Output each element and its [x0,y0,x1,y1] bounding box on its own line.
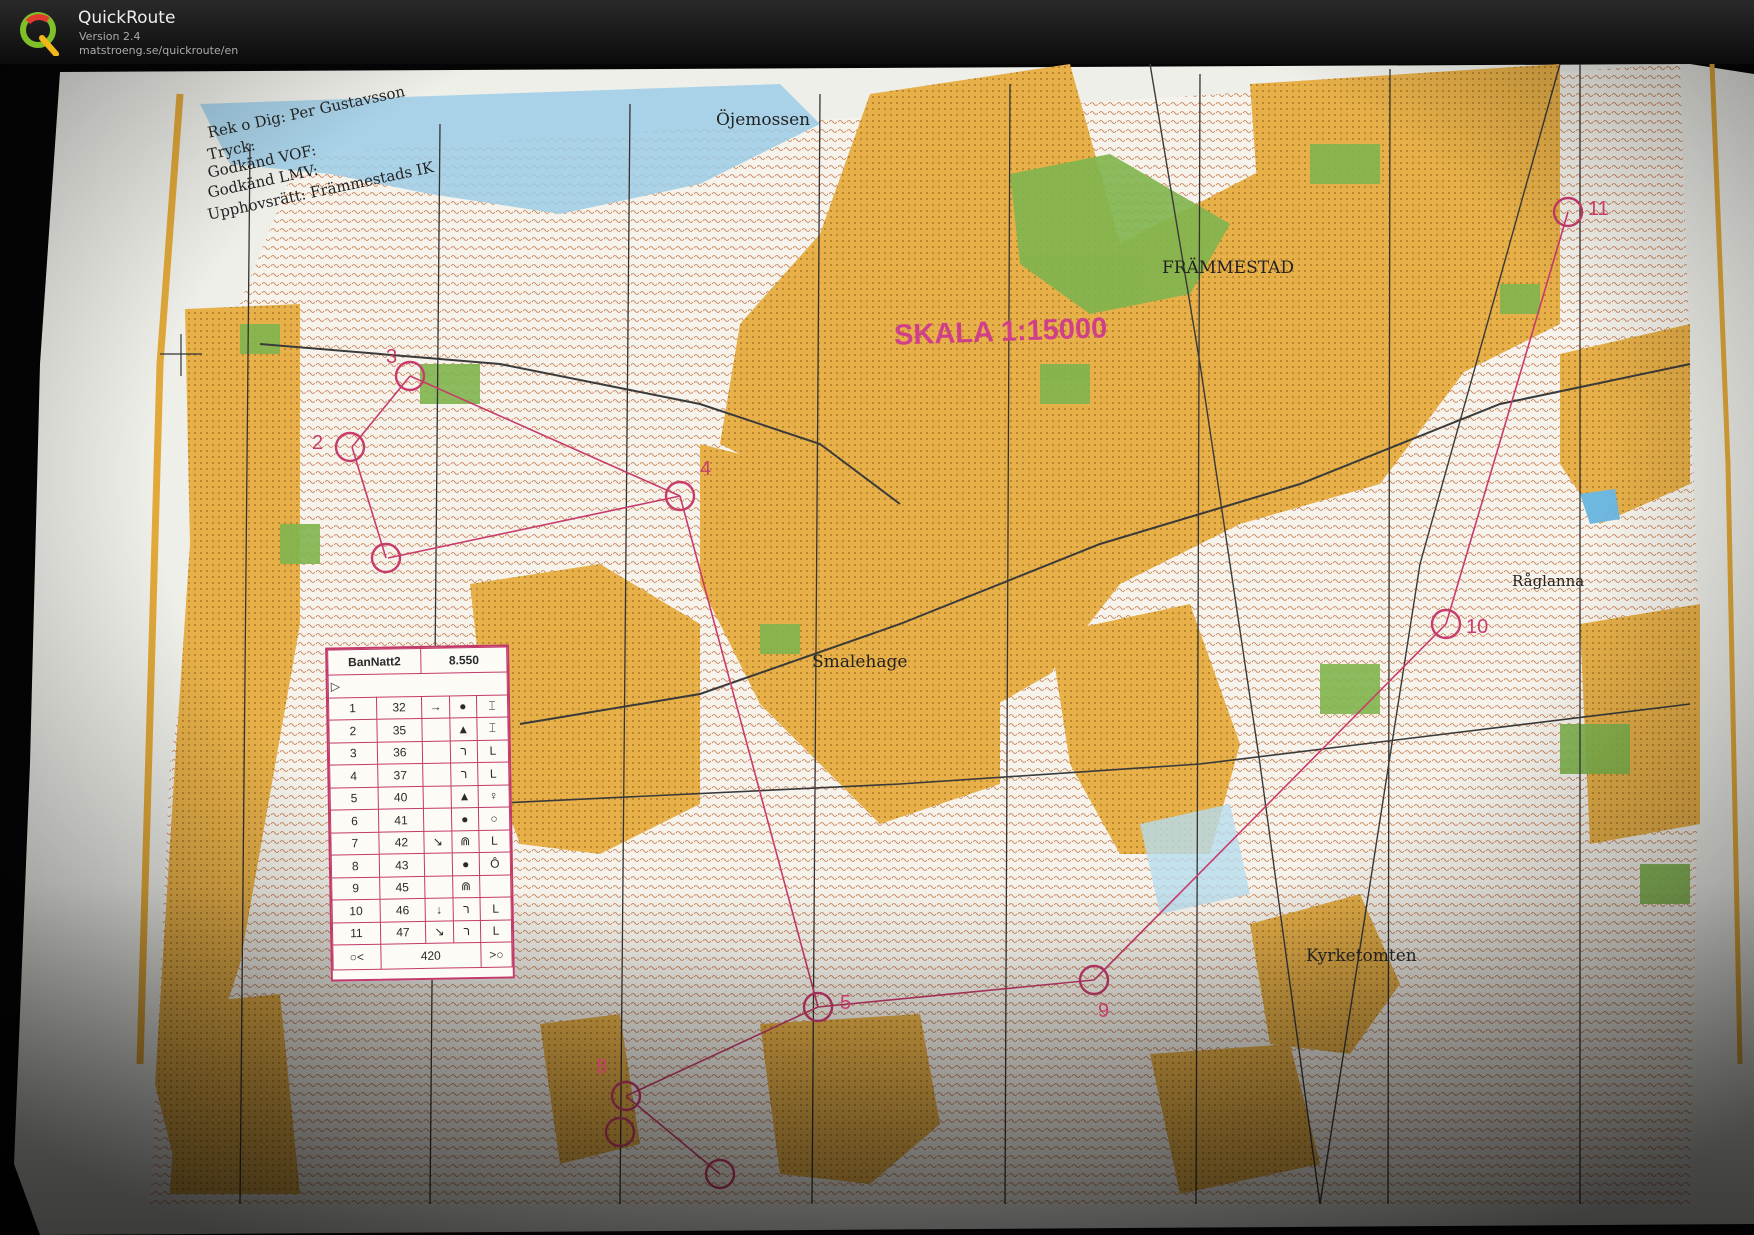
control-row: 4 37 ﬧ L [329,761,510,788]
direction-symbol: ↘ [425,920,454,944]
location-symbol: L [477,761,510,785]
course-length: 8.550 [420,646,508,674]
control-number: 10 [1466,616,1489,638]
control-number: 5 [840,992,852,1014]
control-row: 3 36 ﬧ L [329,739,509,766]
feature-symbol: ﬧ [452,897,481,921]
control-index: 7 [330,831,379,856]
control-code: 42 [378,830,425,855]
course-name: BanNatt2 [327,648,422,676]
place-name-ojemossen: Öjemossen [716,110,811,130]
control-row: 9 45 ⋒ [331,874,511,901]
control-code: 41 [378,808,424,832]
direction-symbol: ↘ [423,830,452,854]
direction-symbol: ↓ [425,897,453,921]
map-viewport[interactable]: Rek o Dig: Per Gustavsson Tryck: Godkänd… [0,64,1754,1235]
control-index: 6 [330,809,379,833]
feature-symbol: ● [451,807,479,831]
location-symbol: ⌶ [476,694,508,718]
control-index: 3 [329,741,378,766]
app-version: Version 2.4 [79,30,141,43]
control-index: 1 [328,696,377,721]
control-index: 11 [332,921,381,946]
control-number: 8 [596,1056,608,1078]
control-number: 2 [312,432,324,454]
control-index: 5 [330,786,379,811]
direction-symbol [422,740,451,764]
control-index: 2 [328,719,377,743]
feature-symbol: ● [451,852,480,876]
control-code: 35 [376,718,423,742]
finish-start-icon: ○< [332,944,381,971]
control-row: 2 35 ▲ ⌶ [328,716,509,743]
app-name: QuickRoute [78,8,176,28]
direction-symbol [423,785,452,809]
location-symbol: ⌶ [476,716,509,740]
control-index: 8 [331,854,380,878]
feature-symbol: ﬧ [449,739,478,763]
control-number: 9 [1098,1000,1110,1022]
feature-symbol: ⋒ [451,829,480,853]
control-code: 45 [379,875,426,900]
control-description-card: BanNatt2 8.550 ▷ 1 32 → ● ⌶ 2 35 ▲ ⌶ 3 3… [325,644,515,982]
control-index: 4 [329,764,378,788]
finish-end-icon: >○ [480,941,513,968]
control-index: 9 [331,876,380,901]
place-name-kyrketomten: Kyrketomten [1306,946,1417,966]
control-row: 8 43 ● Ô [331,851,511,878]
control-code: 37 [377,763,424,787]
direction-symbol [424,852,453,876]
start-triangle-icon: ▷ [328,671,508,698]
feature-symbol: ﬧ [450,762,478,786]
app-url[interactable]: matstroeng.se/quickroute/en [79,44,238,57]
location-symbol: L [479,896,512,920]
place-name-frammestad: FRÄMMESTAD [1162,258,1295,278]
control-row: 6 41 ● ○ [330,806,510,833]
location-symbol: L [477,739,509,763]
direction-symbol: → [421,695,450,719]
feature-symbol: ﬧ [452,919,481,943]
finish-distance: 420 [380,942,482,970]
control-number: 4 [700,458,712,480]
location-symbol: Ô [479,851,511,875]
place-name-raglanna: Råglanna [1512,572,1585,590]
control-number: 11 [1588,198,1609,220]
control-code: 47 [380,920,426,945]
direction-symbol [422,717,450,741]
feature-symbol: ⋒ [452,874,480,898]
control-number: 3 [386,346,398,368]
control-code: 46 [379,898,426,922]
control-row: 1 32 → ● ⌶ [328,694,508,721]
control-row: 5 40 ▲ ♀ [330,784,510,811]
control-row: 10 46 ↓ ﬧ L [332,896,512,923]
control-code: 40 [377,785,424,810]
location-symbol: ♀ [477,784,510,808]
direction-symbol [423,807,452,831]
location-symbol: ○ [478,806,510,830]
control-code: 43 [378,853,425,877]
control-code: 36 [376,740,423,765]
direction-symbol [424,875,453,899]
place-name-smalehage: Smalehage [812,652,908,672]
direction-symbol [422,762,451,786]
location-symbol: L [480,919,512,943]
control-code: 32 [376,695,423,720]
control-row: 7 42 ↘ ⋒ L [330,829,511,856]
location-symbol [479,874,511,898]
control-index: 10 [332,899,381,923]
feature-symbol: ● [449,694,477,718]
feature-symbol: ▲ [450,784,479,808]
quickroute-logo-icon [20,12,59,56]
feature-symbol: ▲ [449,717,478,741]
control-row: 11 47 ↘ ﬧ L [332,919,512,946]
app-header: QuickRoute Version 2.4 matstroeng.se/qui… [0,0,1754,64]
orienteering-map-image [0,64,1754,1235]
location-symbol: L [478,829,511,853]
